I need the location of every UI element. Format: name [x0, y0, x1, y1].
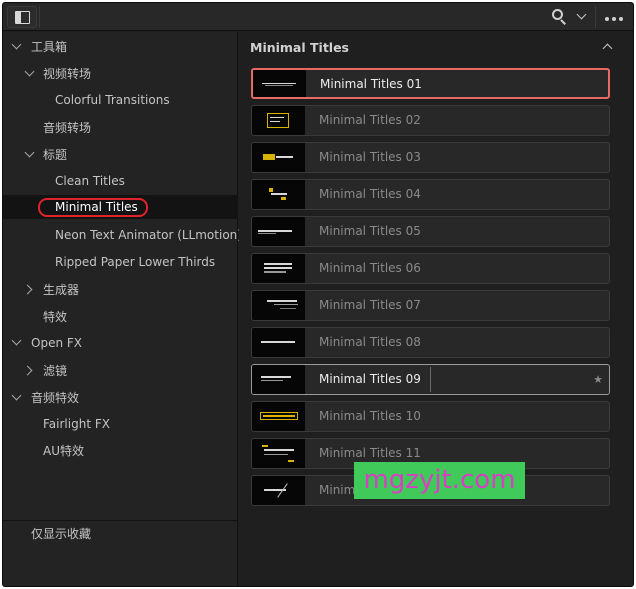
toolbar-spacer: [39, 6, 544, 28]
sidebar-panel-icon: [15, 11, 30, 24]
tree-item-audio-effects[interactable]: 音频特效: [3, 386, 238, 410]
show-favorites-only-toggle[interactable]: 仅显示收藏: [31, 524, 91, 544]
effect-card-minimal-titles-10[interactable]: Minimal Titles 10: [251, 401, 610, 432]
effect-card-minimal-titles-01[interactable]: Minimal Titles 01: [251, 68, 610, 99]
tree-item-label: Open FX: [31, 336, 82, 350]
effect-name: Minimal Titles 06: [319, 261, 421, 275]
effect-card-minimal-titles-05[interactable]: Minimal Titles 05: [251, 216, 610, 247]
tree-item-effects[interactable]: 特效: [3, 305, 238, 329]
effect-name: Minimal Titles 10: [319, 409, 421, 423]
tree-item-generators[interactable]: 生成器: [3, 278, 238, 302]
tree-item-video-transitions[interactable]: 视频转场: [3, 62, 238, 86]
chevron-down-icon[interactable]: [11, 335, 22, 346]
card-divider: [430, 367, 431, 392]
search-icon-handle: [560, 19, 566, 25]
tree-item-audio-transitions[interactable]: 音频转场: [3, 116, 238, 140]
tree-item-neon-text-animator[interactable]: Neon Text Animator (LLmotion): [3, 223, 242, 247]
more-options-icon: [611, 17, 616, 21]
tree-item-clean-titles[interactable]: Clean Titles: [3, 169, 238, 193]
tree-item-label: 特效: [43, 310, 68, 324]
effect-name: Minimal Titles 05: [319, 224, 421, 238]
effect-thumbnail: [252, 402, 305, 431]
effect-thumbnail: [252, 439, 305, 468]
tree-item-label: Ripped Paper Lower Thirds: [55, 255, 216, 269]
chevron-down-icon[interactable]: [24, 66, 35, 77]
tree-item-label: Minimal Titles: [55, 200, 138, 214]
effects-browser: Minimal Titles Minimal Titles 01 Minimal…: [239, 32, 633, 586]
chevron-down-icon[interactable]: [575, 10, 589, 24]
effect-card-minimal-titles-09[interactable]: Minimal Titles 09 ★: [251, 364, 610, 395]
tree-item-minimal-titles[interactable]: Minimal Titles: [3, 195, 238, 219]
effect-name: Minimal Titles 01: [320, 77, 422, 91]
effect-thumbnail: [253, 70, 306, 97]
effect-card-minimal-titles-04[interactable]: Minimal Titles 04: [251, 179, 610, 210]
more-options-icon: [604, 17, 609, 21]
sidebar: 工具箱 视频转场 Colorful Transitions 音频转场 标题 Cl…: [3, 32, 242, 586]
effect-thumbnail: [252, 328, 305, 357]
effect-name: Minimal Titles 02: [319, 113, 421, 127]
tree-item-label: 音频转场: [43, 121, 92, 135]
effect-card-minimal-titles-08[interactable]: Minimal Titles 08: [251, 327, 610, 358]
effect-name: Minimal Titles 03: [319, 150, 421, 164]
chevron-down-icon[interactable]: [24, 147, 35, 158]
tree-item-label: 音频特效: [31, 391, 80, 405]
tree-item-label: Clean Titles: [55, 174, 125, 188]
toolbar: [3, 3, 633, 31]
effect-thumbnail: [252, 365, 305, 394]
tree-item-colorful-transitions[interactable]: Colorful Transitions: [3, 88, 238, 112]
effect-card-minimal-titles-06[interactable]: Minimal Titles 06: [251, 253, 610, 284]
tree-item-au-effects[interactable]: AU特效: [3, 439, 238, 463]
tree-item-filters[interactable]: 滤镜: [3, 359, 238, 383]
tree-item-ripped-paper[interactable]: Ripped Paper Lower Thirds: [3, 250, 238, 274]
effects-library-panel: 工具箱 视频转场 Colorful Transitions 音频转场 标题 Cl…: [2, 2, 634, 587]
chevron-up-icon[interactable]: [601, 40, 615, 54]
watermark: mgzyjt.com: [354, 462, 525, 499]
effect-thumbnail: [252, 217, 305, 246]
more-options-button[interactable]: [595, 6, 631, 28]
effect-card-minimal-titles-07[interactable]: Minimal Titles 07: [251, 290, 610, 321]
search-button[interactable]: [549, 7, 569, 27]
effect-thumbnail: [252, 106, 305, 135]
favorite-star-icon[interactable]: ★: [593, 365, 603, 394]
chevron-down-icon[interactable]: [11, 390, 22, 401]
effect-thumbnail: [252, 143, 305, 172]
tree-item-label: Fairlight FX: [43, 417, 110, 431]
effect-card-minimal-titles-03[interactable]: Minimal Titles 03: [251, 142, 610, 173]
tree-item-label: 工具箱: [31, 40, 68, 54]
tree-item-label: 滤镜: [43, 364, 68, 378]
tree-item-label: Colorful Transitions: [55, 93, 170, 107]
tree-item-label: 标题: [43, 148, 68, 162]
effect-thumbnail: [252, 291, 305, 320]
effect-thumbnail: [252, 254, 305, 283]
tree-item-open-fx[interactable]: Open FX: [3, 331, 238, 355]
effect-name: Minimal Titles 08: [319, 335, 421, 349]
more-options-icon: [618, 17, 623, 21]
tree-item-label: AU特效: [43, 444, 84, 458]
effect-thumbnail: [252, 476, 305, 505]
tree-item-titles[interactable]: 标题: [3, 143, 238, 167]
sidebar-divider: [3, 520, 238, 521]
effect-card-minimal-titles-02[interactable]: Minimal Titles 02: [251, 105, 610, 136]
section-title: Minimal Titles: [250, 40, 349, 55]
effect-name: Minimal Titles 07: [319, 298, 421, 312]
chevron-right-icon[interactable]: [22, 284, 33, 295]
effect-name: Minimal Titles 04: [319, 187, 421, 201]
tree-item-label: 视频转场: [43, 67, 92, 81]
effect-name: Minimal Titles 09: [319, 372, 421, 386]
tree-item-label: Neon Text Animator (LLmotion): [55, 228, 242, 242]
tree-item-toolbox[interactable]: 工具箱: [3, 35, 238, 59]
sidebar-toggle-button[interactable]: [7, 6, 37, 28]
effect-thumbnail: [252, 180, 305, 209]
chevron-down-icon[interactable]: [11, 39, 22, 50]
chevron-right-icon[interactable]: [22, 365, 33, 376]
tree-item-fairlight-fx[interactable]: Fairlight FX: [3, 412, 238, 436]
tree-item-label: 生成器: [43, 283, 80, 297]
